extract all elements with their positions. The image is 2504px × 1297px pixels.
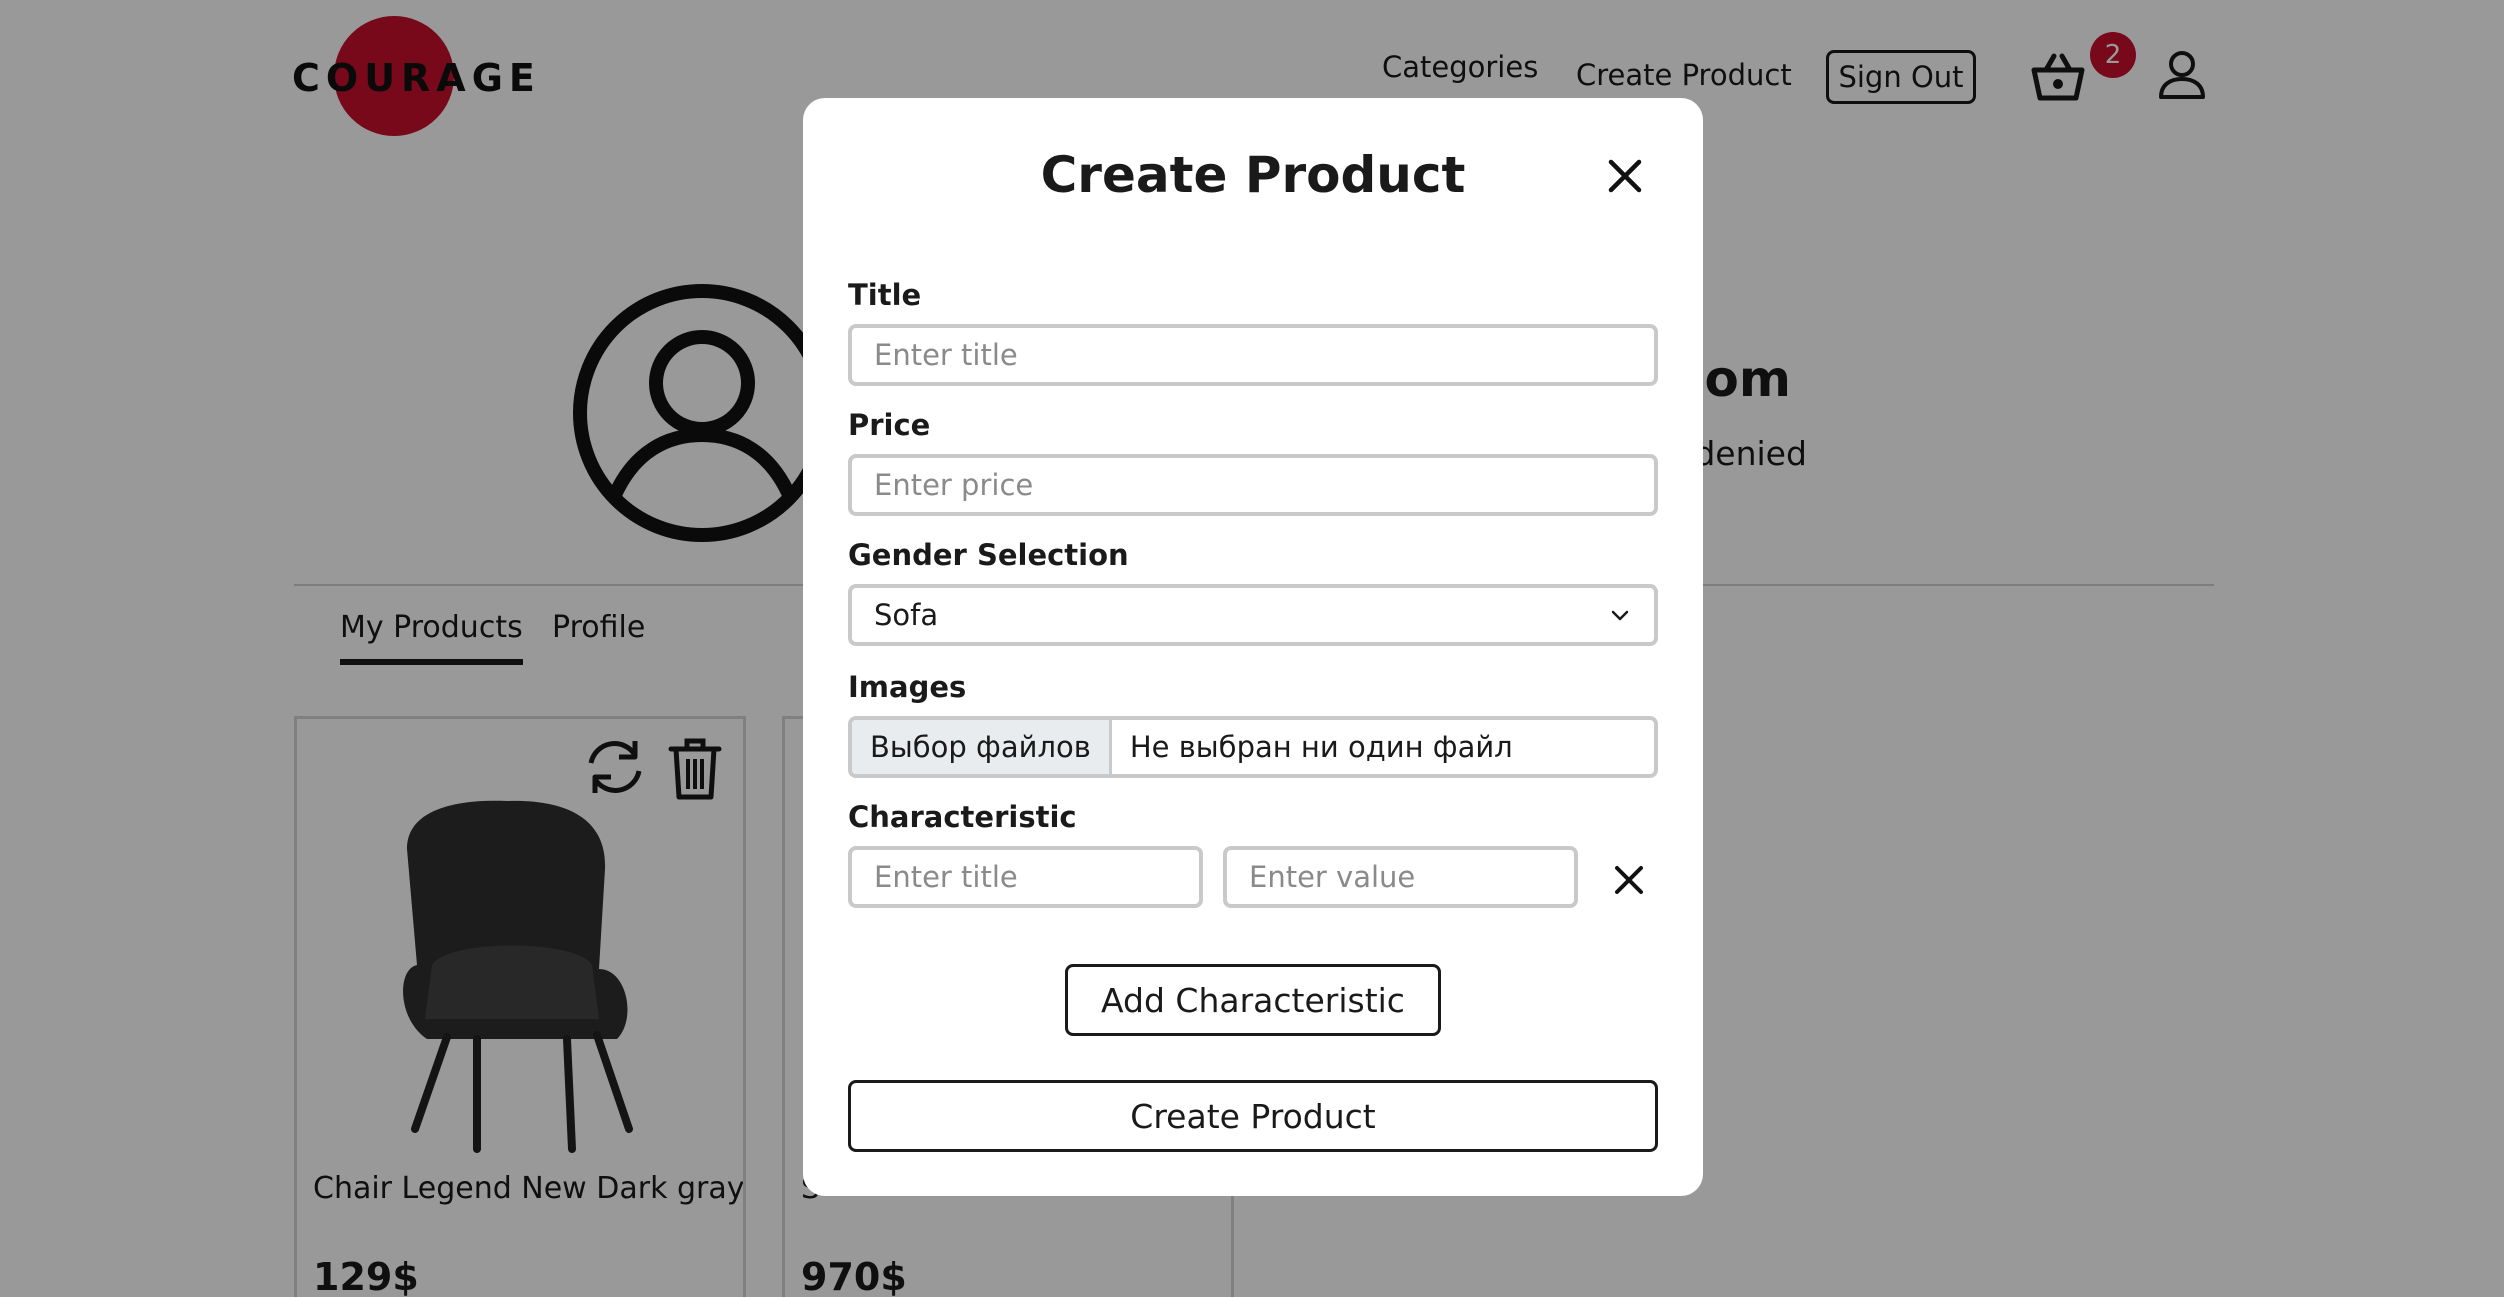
characteristic-value-input[interactable] (1223, 846, 1578, 908)
file-status: Не выбран ни один файл (1129, 730, 1513, 764)
price-label: Price (848, 408, 931, 442)
title-label: Title (848, 278, 922, 312)
characteristic-title-input[interactable] (848, 846, 1203, 908)
images-file-input[interactable]: Выбор файлов Не выбран ни один файл (848, 716, 1658, 778)
create-product-button[interactable]: Create Product (848, 1080, 1658, 1152)
images-label: Images (848, 670, 967, 704)
choose-files-button[interactable]: Выбор файлов (852, 720, 1112, 774)
gender-select-value: Sofa (874, 598, 939, 632)
close-icon[interactable] (1603, 154, 1647, 198)
price-input[interactable] (848, 454, 1658, 516)
chevron-down-icon (1611, 610, 1629, 621)
modal-title: Create Product (1040, 146, 1466, 204)
create-product-modal: Create Product Title Price Gender Select… (803, 98, 1703, 1196)
gender-select[interactable]: Sofa (848, 584, 1658, 646)
title-input[interactable] (848, 324, 1658, 386)
gender-selection-label: Gender Selection (848, 538, 1129, 572)
add-characteristic-button[interactable]: Add Characteristic (1065, 964, 1441, 1036)
characteristic-label: Characteristic (848, 800, 1077, 834)
remove-characteristic-icon[interactable] (1611, 862, 1647, 898)
